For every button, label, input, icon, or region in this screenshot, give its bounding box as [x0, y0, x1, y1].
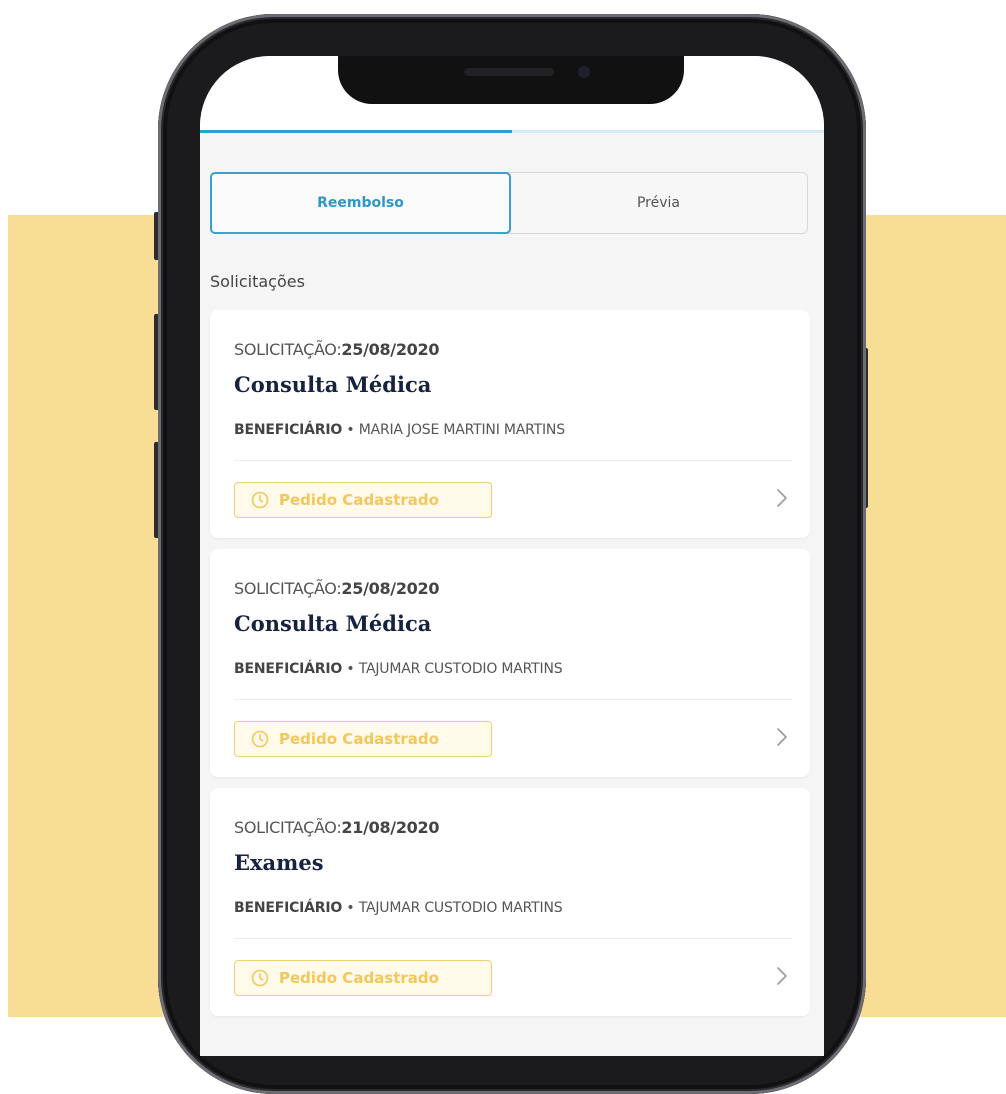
beneficiary-line: BENEFICIÁRIO • TAJUMAR CUSTODIO MARTINS — [234, 661, 563, 677]
phone-screen: Reembolso Prévia Solicitações SOLICITAÇÃ… — [200, 56, 824, 1056]
request-card[interactable]: SOLICITAÇÃO:21/08/2020 Exames BENEFICIÁR… — [210, 788, 810, 1016]
section-title: Solicitações — [210, 272, 305, 291]
request-type-tabs: Reembolso Prévia — [210, 172, 808, 234]
request-date-prefix: SOLICITAÇÃO: — [234, 579, 342, 598]
request-card[interactable]: SOLICITAÇÃO:25/08/2020 Consulta Médica B… — [210, 549, 810, 777]
clock-icon — [251, 491, 269, 509]
chevron-right-icon[interactable] — [776, 727, 788, 747]
beneficiary-label: BENEFICIÁRIO — [234, 422, 343, 438]
beneficiary-line: BENEFICIÁRIO • TAJUMAR CUSTODIO MARTINS — [234, 900, 563, 916]
phone-notch — [338, 56, 684, 104]
request-title: Exames — [234, 850, 324, 875]
beneficiary-separator: • — [346, 661, 355, 677]
progress-fill — [200, 130, 512, 133]
clock-icon — [251, 969, 269, 987]
request-date: SOLICITAÇÃO:21/08/2020 — [234, 818, 439, 837]
card-divider — [234, 699, 792, 700]
request-date-value: 25/08/2020 — [341, 579, 440, 598]
beneficiary-separator: • — [346, 422, 355, 438]
status-badge: Pedido Cadastrado — [234, 482, 492, 518]
request-date: SOLICITAÇÃO:25/08/2020 — [234, 340, 439, 359]
front-camera — [578, 66, 590, 78]
beneficiary-line: BENEFICIÁRIO • MARIA JOSE MARTINI MARTIN… — [234, 422, 565, 438]
tab-reembolso[interactable]: Reembolso — [210, 172, 511, 234]
card-divider — [234, 460, 792, 461]
request-date-value: 21/08/2020 — [341, 818, 440, 837]
request-date: SOLICITAÇÃO:25/08/2020 — [234, 579, 439, 598]
status-badge: Pedido Cadastrado — [234, 721, 492, 757]
beneficiary-label: BENEFICIÁRIO — [234, 900, 343, 916]
chevron-right-icon[interactable] — [776, 966, 788, 986]
beneficiary-name: TAJUMAR CUSTODIO MARTINS — [358, 900, 563, 916]
header-progress-bar — [200, 130, 824, 133]
request-card[interactable]: SOLICITAÇÃO:25/08/2020 Consulta Médica B… — [210, 310, 810, 538]
status-badge: Pedido Cadastrado — [234, 960, 492, 996]
chevron-right-icon[interactable] — [776, 488, 788, 508]
card-divider — [234, 938, 792, 939]
tab-previa[interactable]: Prévia — [510, 173, 807, 233]
status-text: Pedido Cadastrado — [279, 730, 439, 748]
beneficiary-separator: • — [346, 900, 355, 916]
status-text: Pedido Cadastrado — [279, 969, 439, 987]
request-title: Consulta Médica — [234, 372, 432, 397]
status-text: Pedido Cadastrado — [279, 491, 439, 509]
request-date-prefix: SOLICITAÇÃO: — [234, 818, 342, 837]
beneficiary-name: TAJUMAR CUSTODIO MARTINS — [358, 661, 563, 677]
speaker-grille — [464, 68, 554, 76]
beneficiary-label: BENEFICIÁRIO — [234, 661, 343, 677]
request-date-value: 25/08/2020 — [341, 340, 440, 359]
clock-icon — [251, 730, 269, 748]
request-title: Consulta Médica — [234, 611, 432, 636]
request-date-prefix: SOLICITAÇÃO: — [234, 340, 342, 359]
beneficiary-name: MARIA JOSE MARTINI MARTINS — [358, 422, 565, 438]
